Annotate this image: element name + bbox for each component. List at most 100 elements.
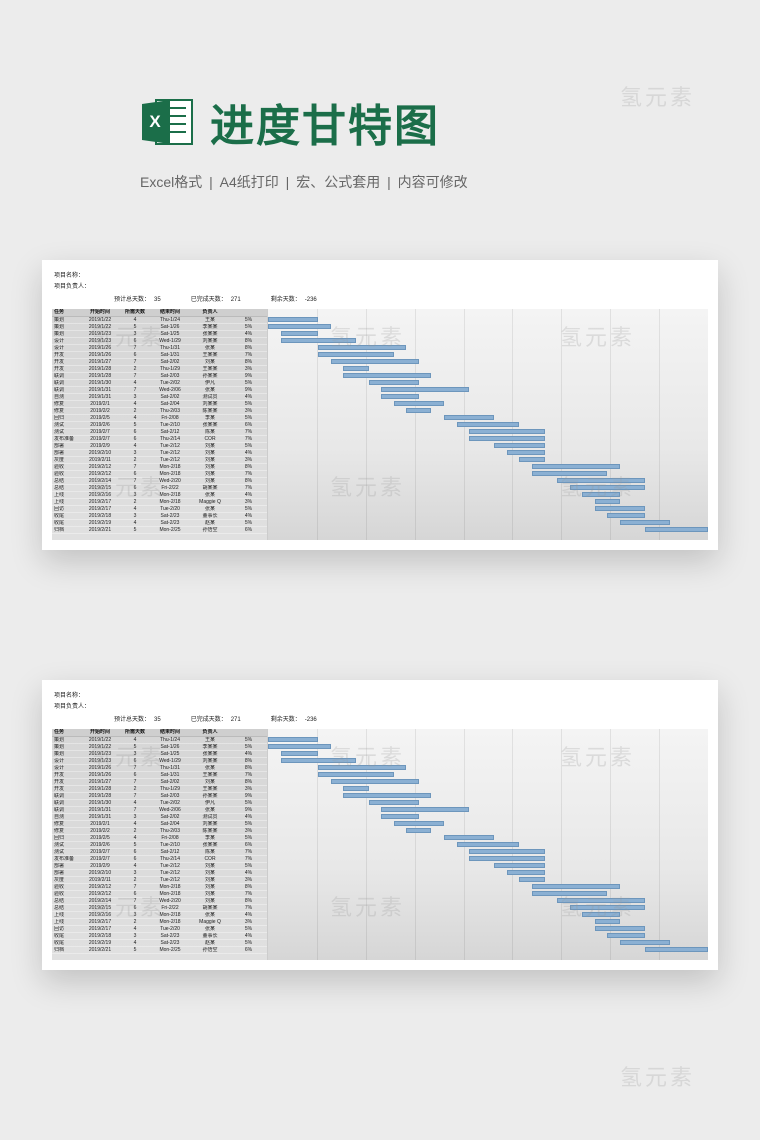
cell-end: Mon-2/18 xyxy=(150,919,190,926)
cell-days: 7 xyxy=(120,793,150,800)
gantt-bar xyxy=(331,779,419,784)
cell-p: 5% xyxy=(230,415,267,422)
cell-start: 2019/1/26 xyxy=(80,345,120,352)
cell-start: 2019/2/7 xyxy=(80,429,120,436)
gantt-bar xyxy=(381,807,469,812)
sub-0: Excel格式 xyxy=(140,174,202,190)
cell-end: Sat-2/23 xyxy=(150,513,190,520)
cell-task: 验收 xyxy=(52,471,80,478)
table-row: 自测2019/1/313Sat-2/02测试员4% xyxy=(52,814,267,821)
cell-p: 7% xyxy=(230,849,267,856)
cell-start: 2019/2/7 xyxy=(80,436,120,443)
col-days: 所需天数 xyxy=(120,309,150,316)
gantt-bar xyxy=(507,870,545,875)
cell-days: 3 xyxy=(120,814,150,821)
cell-days: 4 xyxy=(120,800,150,807)
gantt-row xyxy=(268,463,708,470)
cell-task: 部署 xyxy=(52,870,80,877)
table-row: 开发2019/1/266Sat-1/31王某某7% xyxy=(52,772,267,779)
cell-days: 4 xyxy=(120,506,150,513)
gantt-row xyxy=(268,491,708,498)
meta-leader: 项目负责人： xyxy=(54,281,706,290)
gantt-row xyxy=(268,316,708,323)
cell-owner: 测试员 xyxy=(190,394,230,401)
cell-task: 修复 xyxy=(52,401,80,408)
table-rows-container: 策划2019/1/224Thu-1/24王某5%策划2019/1/225Sat-… xyxy=(52,737,267,954)
cell-start: 2019/2/17 xyxy=(80,919,120,926)
cell-p: 5% xyxy=(230,737,267,744)
cell-start: 2019/1/22 xyxy=(80,324,120,331)
gantt-row xyxy=(268,743,708,750)
cell-task: 收尾 xyxy=(52,940,80,947)
cell-end: Thu-1/29 xyxy=(150,366,190,373)
cell-days: 7 xyxy=(120,478,150,485)
gantt-bar xyxy=(318,772,393,777)
cell-days: 4 xyxy=(120,863,150,870)
cell-start: 2019/2/12 xyxy=(80,884,120,891)
cell-task: 策划 xyxy=(52,331,80,338)
cell-start: 2019/1/22 xyxy=(80,744,120,751)
cell-end: Sat-2/02 xyxy=(150,779,190,786)
table-row: 修复2019/2/22Thu-2/03陈某某3% xyxy=(52,408,267,415)
cell-p: 4% xyxy=(230,870,267,877)
sep-icon: | xyxy=(209,174,213,190)
cell-end: Sat-1/25 xyxy=(150,331,190,338)
gantt-row xyxy=(268,379,708,386)
table-row: 测试2019/2/76Sat-2/12陈某7% xyxy=(52,429,267,436)
cell-owner: 刘某 xyxy=(190,884,230,891)
gantt-bar xyxy=(268,737,318,742)
cell-days: 6 xyxy=(120,905,150,912)
gantt-row xyxy=(268,925,708,932)
gantt-bar xyxy=(469,856,544,861)
header: X 进度甘特图 Excel格式 | A4纸打印 | 宏、公式套用 | 内容可修改 xyxy=(140,90,700,192)
cell-owner: 胡某某 xyxy=(190,485,230,492)
gantt-row xyxy=(268,386,708,393)
cell-p: 7% xyxy=(230,772,267,779)
cell-end: Wed-2/06 xyxy=(150,807,190,814)
cell-owner: 陈某 xyxy=(190,429,230,436)
cell-task: 修复 xyxy=(52,821,80,828)
gantt-row xyxy=(268,848,708,855)
cell-end: Tue-2/20 xyxy=(150,506,190,513)
cell-owner: 王某某 xyxy=(190,352,230,359)
gantt-row xyxy=(268,834,708,841)
cell-end: Thu-1/31 xyxy=(150,345,190,352)
cell-owner: 陈某某 xyxy=(190,408,230,415)
cell-start: 2019/2/17 xyxy=(80,506,120,513)
table-row: 收尾2019/2/194Sat-2/23赵某5% xyxy=(52,520,267,527)
watermark: 氢元素 xyxy=(620,1060,695,1092)
table-row: 灰度2019/2/112Tue-2/12刘某3% xyxy=(52,457,267,464)
cell-owner: 刘某 xyxy=(190,877,230,884)
gantt-bar xyxy=(494,443,544,448)
excel-icon: X xyxy=(140,96,196,148)
cell-end: Mon-2/18 xyxy=(150,884,190,891)
gantt-row xyxy=(268,890,708,897)
gantt-row xyxy=(268,883,708,890)
cell-start: 2019/1/31 xyxy=(80,394,120,401)
gantt-row xyxy=(268,344,708,351)
cell-days: 3 xyxy=(120,331,150,338)
cell-end: Fri-2/08 xyxy=(150,835,190,842)
table-row: 上线2019/2/163Mon-2/18张某4% xyxy=(52,912,267,919)
cell-days: 2 xyxy=(120,786,150,793)
cell-p: 6% xyxy=(230,422,267,429)
cell-owner: 孙某某 xyxy=(190,373,230,380)
cell-task: 联调 xyxy=(52,373,80,380)
gantt-bar xyxy=(469,436,544,441)
cell-end: Mon-2/18 xyxy=(150,499,190,506)
cell-days: 7 xyxy=(120,807,150,814)
gantt-bar xyxy=(343,373,431,378)
cell-owner: 张某某 xyxy=(190,422,230,429)
chart-body: 任务 开始时间 所需天数 结束时间 负责人 策划2019/1/224Thu-1/… xyxy=(42,729,718,970)
cell-days: 2 xyxy=(120,877,150,884)
table-row: 归档2019/2/215Mon-2/25孙悟空6% xyxy=(52,947,267,954)
cell-task: 灰度 xyxy=(52,877,80,884)
cell-days: 7 xyxy=(120,765,150,772)
title-row: X 进度甘特图 xyxy=(140,90,700,154)
cell-task: 部署 xyxy=(52,450,80,457)
gantt-bar xyxy=(381,394,419,399)
cell-end: Tue-2/12 xyxy=(150,870,190,877)
gantt-row xyxy=(268,869,708,876)
cell-days: 2 xyxy=(120,408,150,415)
gantt-row xyxy=(268,323,708,330)
